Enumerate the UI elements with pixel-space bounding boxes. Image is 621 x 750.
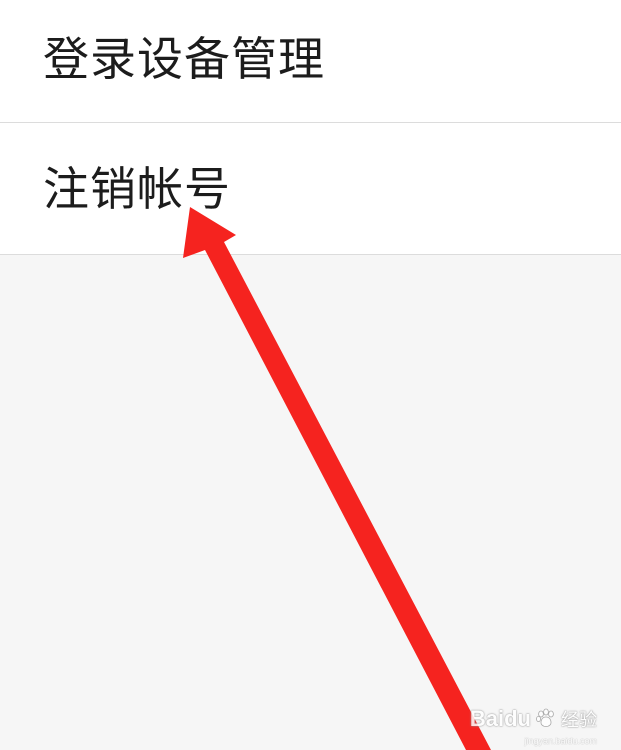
settings-screen: 登录设备管理 注销帐号 Baidu 经验 jingyan.baidu.com: [0, 0, 621, 750]
watermark-service: 经验: [561, 710, 597, 731]
menu-item-login-device-management[interactable]: 登录设备管理: [0, 0, 621, 123]
menu-item-label: 注销帐号: [43, 162, 231, 216]
paw-icon: [536, 708, 554, 727]
settings-menu-list: 登录设备管理 注销帐号: [0, 0, 621, 255]
menu-item-label: 登录设备管理: [43, 32, 325, 86]
arrow-shape: [183, 207, 491, 750]
watermark-brand: Baidu: [469, 706, 531, 731]
baidu-jingyan-watermark: Baidu 经验 jingyan.baidu.com: [469, 706, 597, 746]
menu-item-deactivate-account[interactable]: 注销帐号: [0, 123, 621, 255]
watermark-domain: jingyan.baidu.com: [524, 736, 597, 746]
